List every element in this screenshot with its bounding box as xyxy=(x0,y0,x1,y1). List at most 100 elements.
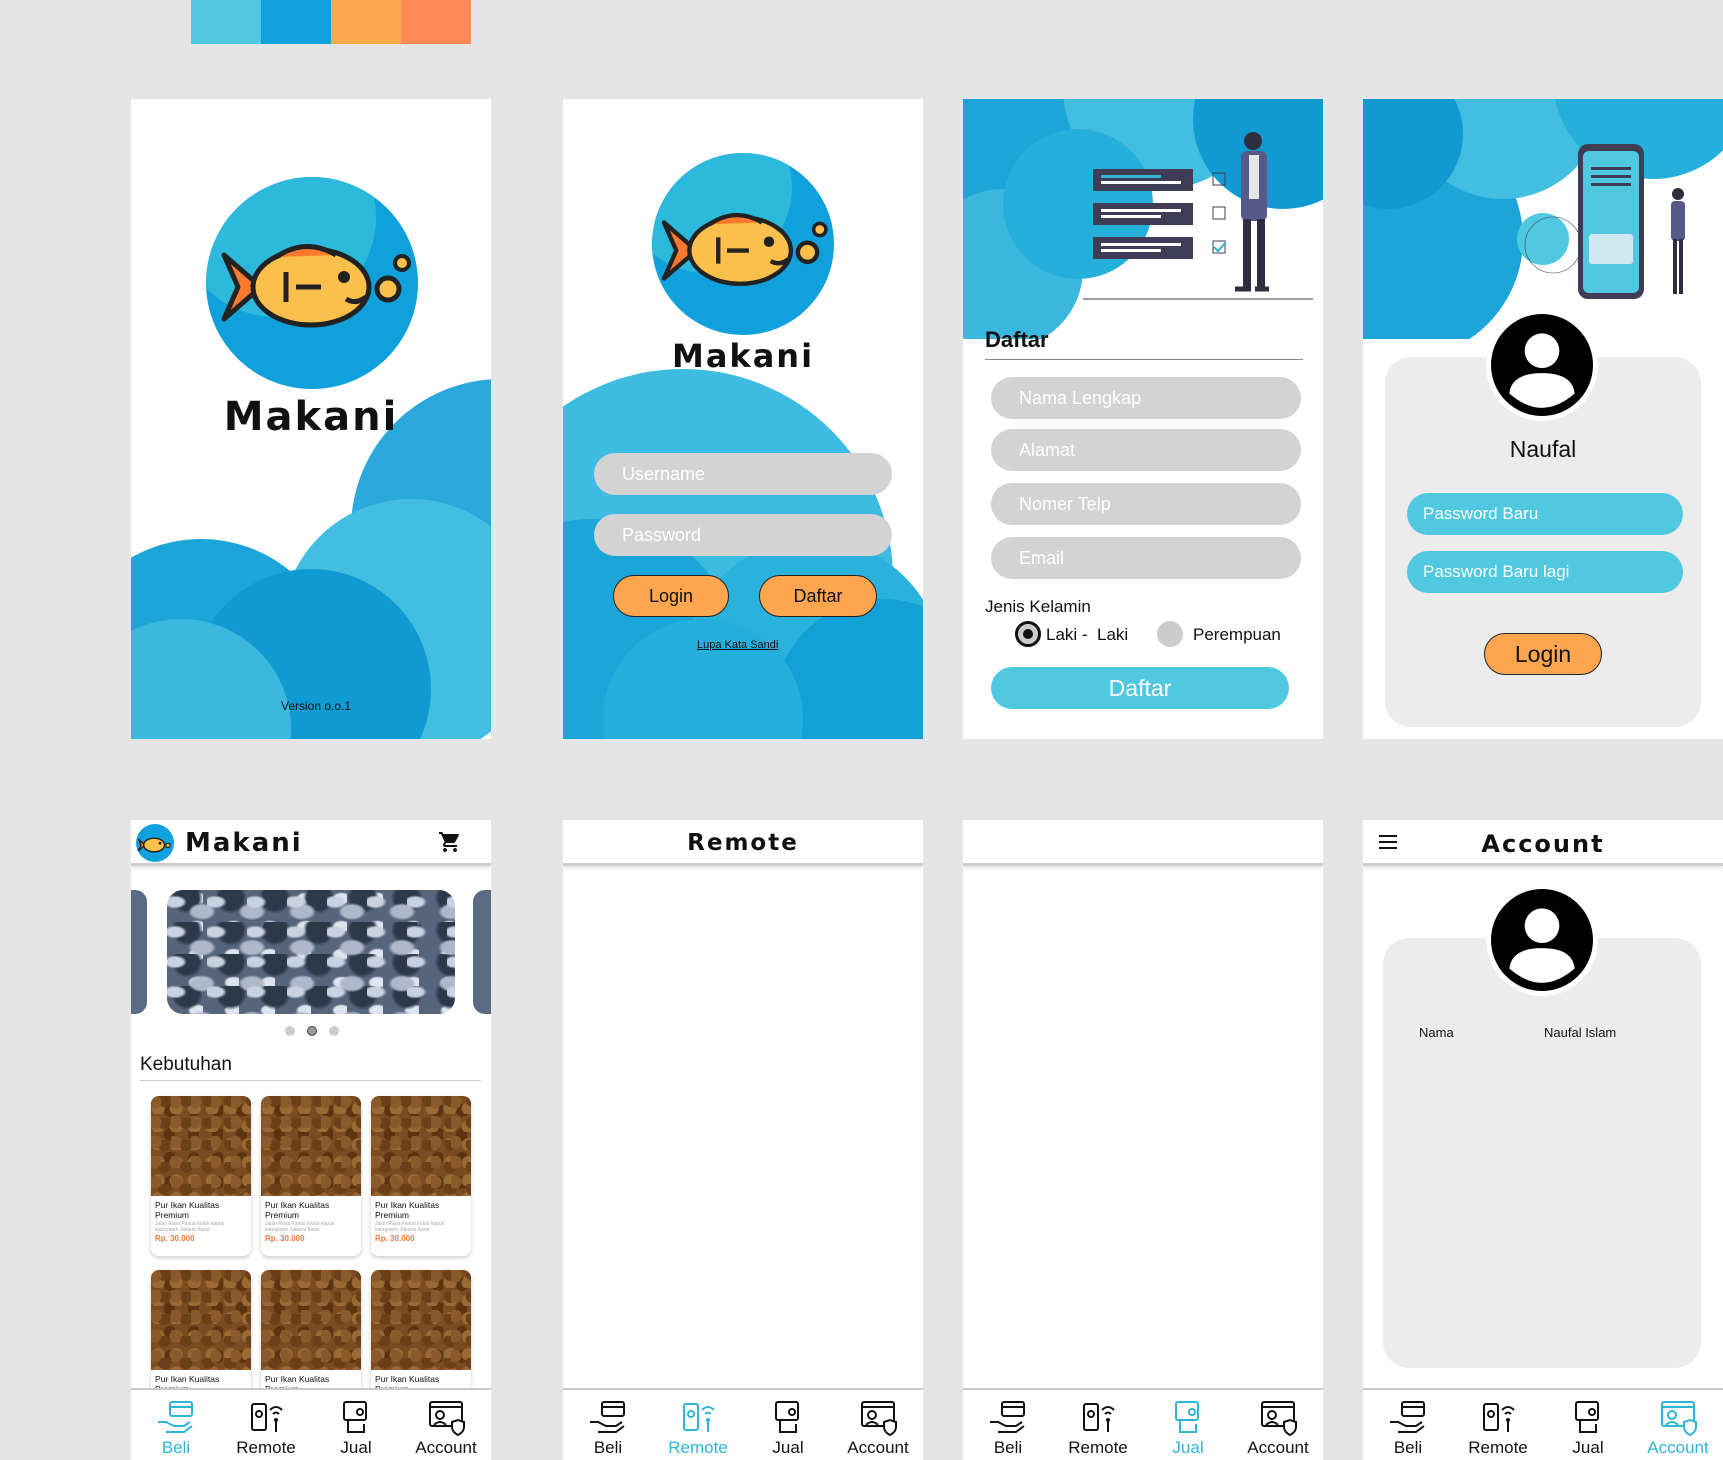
tab-remote[interactable]: Remote xyxy=(1453,1390,1543,1460)
hand-card-icon xyxy=(158,1401,193,1433)
alamat-input[interactable]: Alamat xyxy=(991,429,1301,471)
product-card[interactable]: Pur Ikan Kualitas Premium Jalan Raya Pan… xyxy=(261,1096,361,1256)
forgot-password-link[interactable]: Lupa Kata Sandi xyxy=(697,639,778,651)
login-screen: Makani Username Password Login Daftar Lu… xyxy=(563,99,923,739)
product-image xyxy=(151,1096,251,1196)
product-image xyxy=(371,1270,471,1370)
account-id-icon xyxy=(1261,1401,1297,1437)
tab-label: Account xyxy=(1247,1438,1309,1457)
tab-beli[interactable]: Beli xyxy=(963,1390,1053,1460)
fish-logo-icon xyxy=(661,212,828,286)
banner-next[interactable] xyxy=(473,890,491,1014)
tab-jual[interactable]: Jual xyxy=(1143,1390,1233,1460)
product-price: Rp. 30.000 xyxy=(265,1234,305,1243)
account-id-icon xyxy=(861,1401,897,1437)
header-illustration xyxy=(1363,99,1723,339)
tab-account[interactable]: Account xyxy=(1633,1390,1723,1460)
tab-jual[interactable]: Jual xyxy=(743,1390,833,1460)
bottom-nav: Beli Remote Jual Account xyxy=(131,1388,491,1460)
name-value: Naufal Islam xyxy=(1544,1025,1617,1040)
swatch-blue xyxy=(261,0,331,44)
swatch-light-blue xyxy=(191,0,261,44)
tab-label: Beli xyxy=(161,1438,191,1457)
section-title: Kebutuhan xyxy=(140,1054,232,1075)
reset-login-button[interactable]: Login xyxy=(1484,633,1602,675)
swatch-coral xyxy=(401,0,471,44)
remote-topbar: Remote xyxy=(563,820,923,866)
product-address: Jalan Raya Pantai Indah kapuk kabupaten … xyxy=(155,1221,225,1233)
fish-logo-icon xyxy=(221,244,411,328)
remote-control-icon xyxy=(251,1403,283,1432)
phone-person-illustration-icon xyxy=(1517,144,1685,299)
version-label: Version o.o.1 xyxy=(281,699,352,713)
new-password-input[interactable]: Password Baru xyxy=(1407,493,1683,535)
header-illustration xyxy=(963,99,1323,339)
carousel-dots xyxy=(285,1026,339,1036)
account-topbar: Account xyxy=(1363,820,1723,866)
brand-wordmark: Makani xyxy=(185,828,303,858)
radio-female[interactable] xyxy=(1157,621,1183,647)
tab-label: Jual xyxy=(1572,1438,1604,1457)
tab-jual[interactable]: Jual xyxy=(311,1390,401,1460)
logo-circle xyxy=(206,177,418,389)
home-topbar: Makani xyxy=(131,820,491,866)
hand-phone-icon xyxy=(1175,1401,1199,1433)
jual-topbar xyxy=(963,820,1323,866)
tab-beli[interactable]: Beli xyxy=(131,1390,221,1460)
daftar-submit-button[interactable]: Daftar xyxy=(991,667,1289,709)
tab-remote[interactable]: Remote xyxy=(221,1390,311,1460)
remote-control-icon xyxy=(1483,1403,1515,1432)
tab-label: Remote xyxy=(236,1438,296,1457)
tab-jual[interactable]: Jual xyxy=(1543,1390,1633,1460)
tab-beli[interactable]: Beli xyxy=(563,1390,653,1460)
logo-small xyxy=(136,824,174,862)
radio-male-label: Laki - Laki xyxy=(1046,625,1129,644)
nomer-telp-input[interactable]: Nomer Telp xyxy=(991,483,1301,525)
tab-account[interactable]: Account xyxy=(401,1390,491,1460)
reset-password-screen: Naufal Password Baru Password Baru lagi … xyxy=(1363,99,1723,739)
banner-prev[interactable] xyxy=(131,890,147,1014)
title-divider xyxy=(985,359,1303,360)
tab-remote[interactable]: Remote xyxy=(653,1390,743,1460)
product-image xyxy=(151,1270,251,1370)
product-address: Jalan Raya Pantai Indah kapuk kabupaten … xyxy=(375,1221,445,1233)
account-screen: Account Nama Naufal Islam Beli Remote Ju… xyxy=(1363,820,1723,1460)
nama-lengkap-input[interactable]: Nama Lengkap xyxy=(991,377,1301,419)
bottom-nav: Beli Remote Jual Account xyxy=(1363,1388,1723,1460)
hand-card-icon xyxy=(590,1401,625,1433)
username-input[interactable]: Username xyxy=(594,453,892,495)
product-card[interactable]: Pur Ikan Kualitas Premium Jalan Raya Pan… xyxy=(371,1096,471,1256)
name-label: Nama xyxy=(1419,1025,1454,1040)
product-card[interactable]: Pur Ikan Kualitas Premium Jalan Raya Pan… xyxy=(151,1096,251,1256)
tab-label: Beli xyxy=(593,1438,623,1457)
tab-label: Account xyxy=(847,1438,909,1457)
tab-label: Account xyxy=(415,1438,477,1457)
password-input[interactable]: Password xyxy=(594,514,892,556)
banner-image[interactable] xyxy=(167,890,455,1014)
bottom-nav: Beli Remote Jual Account xyxy=(563,1388,923,1460)
email-input[interactable]: Email xyxy=(991,537,1301,579)
tab-label: Remote xyxy=(668,1438,728,1457)
tab-account[interactable]: Account xyxy=(833,1390,923,1460)
tab-label: Beli xyxy=(1393,1438,1423,1457)
gender-label: Jenis Kelamin xyxy=(985,597,1091,616)
brand-wordmark: Makani xyxy=(671,337,815,375)
hand-phone-icon xyxy=(775,1401,799,1433)
product-image xyxy=(371,1096,471,1196)
tab-remote[interactable]: Remote xyxy=(1053,1390,1143,1460)
cart-icon[interactable] xyxy=(438,830,462,854)
login-button[interactable]: Login xyxy=(613,575,729,617)
radio-male[interactable] xyxy=(1015,621,1041,647)
product-image xyxy=(261,1270,361,1370)
tab-label: Jual xyxy=(1172,1438,1204,1457)
page-title: Remote xyxy=(687,830,799,856)
product-name: Pur Ikan Kualitas Premium xyxy=(155,1200,220,1220)
page-title: Daftar xyxy=(985,327,1049,352)
tab-beli[interactable]: Beli xyxy=(1363,1390,1453,1460)
tab-account[interactable]: Account xyxy=(1233,1390,1323,1460)
new-password-again-input[interactable]: Password Baru lagi xyxy=(1407,551,1683,593)
daftar-button[interactable]: Daftar xyxy=(759,575,877,617)
logo-circle xyxy=(652,153,834,335)
hand-card-icon xyxy=(1390,1401,1425,1433)
hand-phone-icon xyxy=(343,1401,367,1433)
